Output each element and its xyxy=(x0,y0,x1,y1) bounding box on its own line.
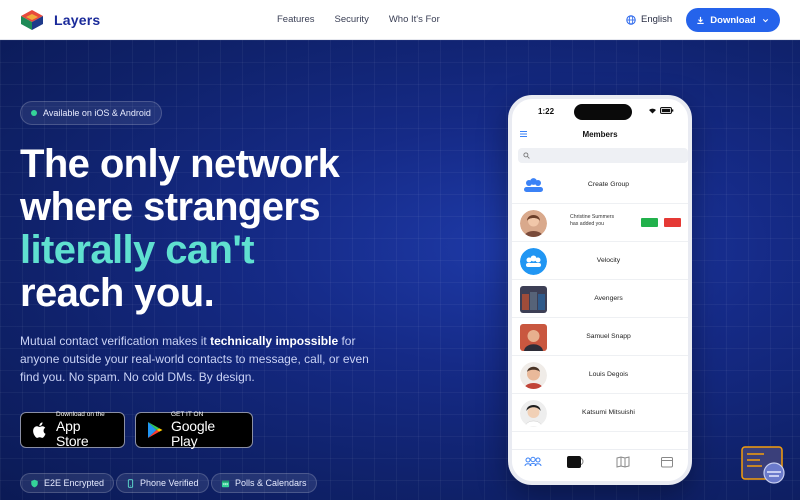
layers-logo-icon xyxy=(21,10,43,30)
phone-tab-bar xyxy=(512,449,688,481)
nav-link-features[interactable]: Features xyxy=(277,14,315,25)
row-name: Avengers xyxy=(594,295,623,302)
headline-line-4: reach you. xyxy=(20,271,215,315)
status-icons xyxy=(648,107,674,114)
phone-search-bar[interactable] xyxy=(518,148,688,163)
feature-label-phone: Phone Verified xyxy=(140,478,199,488)
google-play-big: Google Play xyxy=(171,418,215,449)
language-selector[interactable]: English xyxy=(626,14,672,25)
feature-pill-encrypted: E2E Encrypted xyxy=(20,473,115,493)
row-name: Create Group xyxy=(587,181,630,188)
group-avatar-icon xyxy=(520,248,547,275)
headline-line-2: where strangers xyxy=(20,185,321,229)
list-item[interactable]: Katsumi Mitsuishi xyxy=(512,394,688,432)
feature-pill-polls: Polls & Calendars xyxy=(211,473,317,493)
shield-icon xyxy=(31,479,38,487)
hero-subtitle: Mutual contact verification makes it tec… xyxy=(20,332,390,386)
headline-line-1: The only network xyxy=(20,142,340,186)
subtitle-pre: Mutual contact verification makes it xyxy=(20,334,211,348)
request-text: Christine Summers has added you xyxy=(570,214,614,228)
dynamic-island xyxy=(574,104,632,120)
phone-mockup: 1:22 Members Create Group Christine Summ… xyxy=(508,95,692,485)
home-indicator xyxy=(567,456,581,468)
phone-screen-title: Members xyxy=(582,130,618,139)
feature-label-encrypted: E2E Encrypted xyxy=(44,478,105,488)
request-note: has added you xyxy=(570,221,605,227)
top-nav: Layers Features Security Who It's For En… xyxy=(0,0,800,40)
chevron-down-icon xyxy=(762,18,768,22)
help-widget-icon[interactable] xyxy=(740,445,790,487)
language-label: English xyxy=(641,14,673,25)
headline-accent: literally can't xyxy=(20,228,255,272)
hero-headline: The only network where strangers literal… xyxy=(20,142,340,315)
map-tab-icon[interactable] xyxy=(616,456,630,468)
members-tab-icon[interactable] xyxy=(524,456,542,468)
row-name: Velocity xyxy=(596,257,621,264)
app-store-big: App Store xyxy=(56,418,89,449)
app-store-button[interactable]: Download on the App Store xyxy=(20,411,125,449)
list-item[interactable]: Samuel Snapp xyxy=(512,318,688,356)
globe-icon xyxy=(626,14,636,25)
avatar xyxy=(520,286,547,313)
row-name: Samuel Snapp xyxy=(586,333,631,340)
availability-label: Available on iOS & Android xyxy=(43,108,151,118)
download-label: Download xyxy=(710,14,756,26)
brand-name: Layers xyxy=(54,12,101,28)
apple-icon xyxy=(33,422,46,438)
calendar-icon xyxy=(221,480,230,487)
list-item[interactable]: Avengers xyxy=(512,280,688,318)
list-item[interactable]: Create Group xyxy=(512,166,688,204)
phone-time: 1:22 xyxy=(538,107,555,116)
nav-link-security[interactable]: Security xyxy=(335,14,369,25)
calendar-tab-icon[interactable] xyxy=(660,456,674,468)
nav-link-who-its-for[interactable]: Who It's For xyxy=(389,14,440,25)
avatar xyxy=(520,400,547,427)
avatar xyxy=(520,210,547,237)
create-group-icon xyxy=(524,178,543,192)
phone-header: Members xyxy=(512,125,688,145)
request-name: Christine Summers xyxy=(570,214,615,220)
availability-badge: Available on iOS & Android xyxy=(20,101,162,125)
download-button[interactable]: Download xyxy=(686,8,780,32)
hero-section: Available on iOS & Android The only netw… xyxy=(0,40,800,500)
list-item[interactable]: Louis Degois xyxy=(512,356,688,394)
accept-button[interactable] xyxy=(641,218,658,227)
decline-button[interactable] xyxy=(664,218,681,227)
list-item[interactable]: Christine Summers has added you xyxy=(512,204,688,242)
subtitle-bold: technically impossible xyxy=(210,334,339,348)
row-name: Louis Degois xyxy=(588,371,629,378)
download-icon xyxy=(697,16,704,24)
row-name: Katsumi Mitsuishi xyxy=(582,409,635,416)
phone-status-bar: 1:22 xyxy=(512,99,688,121)
avatar xyxy=(520,324,547,351)
nav-links: Features Security Who It's For xyxy=(277,14,440,25)
list-item[interactable]: Velocity xyxy=(512,242,688,280)
battery-icon xyxy=(660,107,674,114)
wifi-icon xyxy=(649,108,656,114)
google-play-icon xyxy=(148,422,163,438)
status-dot-icon xyxy=(31,110,37,116)
google-play-button[interactable]: GET IT ON Google Play xyxy=(135,411,253,449)
brand-logo[interactable]: Layers xyxy=(20,9,100,31)
feature-label-polls: Polls & Calendars xyxy=(235,478,307,488)
search-icon xyxy=(523,152,530,159)
avatar xyxy=(520,362,547,389)
feature-pill-phone: Phone Verified xyxy=(116,473,209,493)
phone-icon xyxy=(127,478,134,488)
